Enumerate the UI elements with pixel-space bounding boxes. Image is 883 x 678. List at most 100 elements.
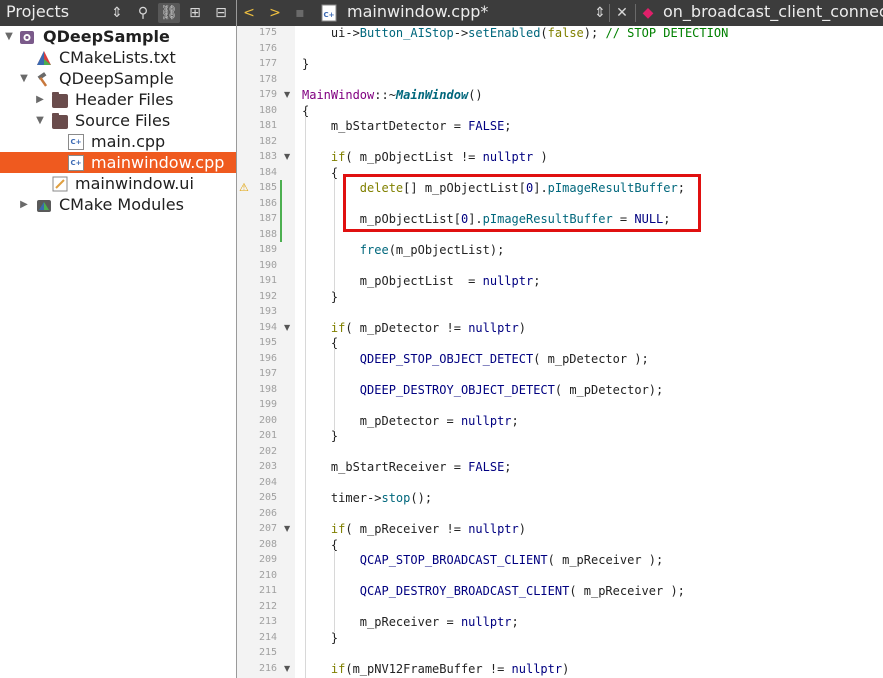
cmake-modules-icon [37,200,51,212]
indent-guide [333,348,335,430]
tree-item-label: mainwindow.ui [75,174,194,193]
fold-arrow-icon[interactable]: ▼ [284,87,294,103]
svg-text:C+: C+ [323,11,334,19]
fold-arrow-icon[interactable]: ▼ [284,320,294,336]
code-line[interactable]: if(m_pNV12FrameBuffer != nullptr) [302,661,569,677]
cpp-file-icon: C+ [321,4,337,22]
code-line[interactable]: { [302,165,338,181]
line-number: 180 [258,104,277,116]
close-file-icon[interactable]: ✕ [614,3,630,23]
line-number: 216 [258,662,277,674]
back-arrow-icon[interactable]: < [241,3,257,23]
editor-file-tab[interactable]: mainwindow.cpp* [347,2,488,21]
close-panel-icon[interactable]: ⊟ [210,3,232,23]
code-line[interactable]: m_bStartDetector = FALSE; [302,118,512,134]
tree-item-label: CMakeLists.txt [59,48,176,67]
line-number: 191 [258,275,277,286]
fold-arrow-icon[interactable]: ▼ [284,149,294,165]
tree-item-mainwindow-ui[interactable]: mainwindow.ui [0,173,236,194]
file-dropdown-icon[interactable]: ⇕ [593,3,607,23]
tree-item-qdeepsample-target[interactable]: ▼ QDeepSample [0,68,236,89]
code-line[interactable]: free(m_pObjectList); [302,242,505,258]
expand-arrow-icon[interactable]: ▶ [34,89,46,110]
line-number: 184 [258,166,277,178]
tree-item-cmakelists[interactable]: CMakeLists.txt [0,47,236,68]
split-panel-icon[interactable]: ⊞ [184,3,206,23]
expand-arrow-icon[interactable]: ▼ [34,110,46,131]
tree-item-qdeepsample-project[interactable]: ▼ QDeepSample [0,26,236,47]
code-line[interactable]: m_bStartReceiver = FALSE; [302,459,512,475]
tree-item-label: CMake Modules [59,195,184,214]
code-line[interactable]: QDEEP_STOP_OBJECT_DETECT( m_pDetector ); [302,351,649,367]
filter-icon[interactable]: ⚲ [132,3,154,23]
symbol-selector[interactable]: on_broadcast_client_connect [663,2,883,21]
code-line[interactable]: QCAP_STOP_BROADCAST_CLIENT( m_pReceiver … [302,552,663,568]
code-line[interactable]: } [302,428,338,444]
fold-arrow-icon[interactable]: ▼ [284,661,294,677]
code-line[interactable]: if( m_pDetector != nullptr) [302,320,526,336]
expand-arrow-icon[interactable]: ▼ [3,26,15,47]
line-number: 176 [258,42,277,54]
forward-arrow-icon[interactable]: > [267,3,283,23]
tree-item-cmake-modules[interactable]: ▶ CMake Modules [0,194,236,215]
tree-item-label: mainwindow.cpp [91,153,225,172]
line-number: 205 [258,492,277,503]
line-number: 196 [258,352,277,364]
code-line[interactable]: } [302,56,309,72]
tree-item-label: QDeepSample [43,27,170,46]
tree-item-source-files[interactable]: ▼ Source Files [0,110,236,131]
code-line[interactable]: { [302,335,338,351]
indent-guide [305,115,306,678]
link-with-editor-icon[interactable]: ⛓ [158,3,180,23]
code-line[interactable]: MainWindow::~MainWindow() [302,87,483,103]
tree-item-main-cpp[interactable]: C+ main.cpp [0,131,236,152]
highlight-box [343,174,701,232]
code-editor[interactable]: 175 176 177 178 179 ▼ 180 181 182 183 ▼ 184 185 ⚠ 186 1… [237,26,883,678]
tree-item-label: main.cpp [91,132,166,151]
line-number: 211 [258,585,277,596]
line-number: 186 [258,197,277,209]
updown-arrows-icon[interactable]: ⇕ [110,3,124,23]
tree-item-label: Source Files [75,111,171,130]
line-number: 203 [258,461,277,472]
line-number: 188 [258,228,277,240]
code-line[interactable]: QDEEP_DESTROY_OBJECT_DETECT( m_pDetector… [302,382,663,398]
code-line[interactable]: { [302,537,338,553]
line-number: 204 [258,476,277,488]
code-line[interactable]: timer->stop(); [302,490,432,506]
line-number-gutter: 175 176 177 178 179 ▼ 180 181 182 183 ▼ 184 185 ⚠ 186 1… [237,26,295,678]
expand-arrow-icon[interactable]: ▼ [18,68,30,89]
code-line[interactable]: QCAP_DESTROY_BROADCAST_CLIENT( m_pReceiv… [302,583,685,599]
line-number: 206 [258,507,277,519]
expand-arrow-icon[interactable]: ▶ [18,194,30,215]
editor-toolbar: < > ▪ C+ mainwindow.cpp* ⇕ ✕ ◆ on_broadc… [237,0,883,26]
change-marker [280,180,282,242]
warning-icon[interactable]: ⚠ [239,180,249,196]
tree-item-mainwindow-cpp[interactable]: C+ mainwindow.cpp [0,152,236,173]
line-number: 183 [258,151,277,162]
toolbar-divider [609,4,610,22]
line-number: 179 [258,89,277,100]
symbol-diamond-icon: ◆ [642,5,654,21]
code-line[interactable]: ui->Button_AIStop->setEnabled(false); //… [302,26,728,41]
cpp-file-icon: C+ [68,155,84,171]
line-number: 198 [258,383,277,395]
line-number: 194 [258,321,277,333]
line-number: 197 [258,368,277,379]
code-line[interactable]: m_pObjectList = nullptr; [302,273,541,289]
fold-arrow-icon[interactable]: ▼ [284,521,294,537]
tree-item-header-files[interactable]: ▶ Header Files [0,89,236,110]
cpp-file-icon: C+ [68,134,84,150]
code-line[interactable]: if( m_pReceiver != nullptr) [302,521,526,537]
line-number: 187 [258,213,277,224]
line-number: 215 [258,647,277,658]
line-number: 192 [258,290,277,302]
line-number: 210 [258,569,277,581]
line-number: 208 [258,538,277,550]
code-line[interactable]: } [302,630,338,646]
cmake-file-icon [37,51,51,65]
code-line[interactable]: if( m_pObjectList != nullptr ) [302,149,548,165]
code-line[interactable]: } [302,289,338,305]
line-number: 195 [258,337,277,348]
indent-guide [333,549,335,632]
